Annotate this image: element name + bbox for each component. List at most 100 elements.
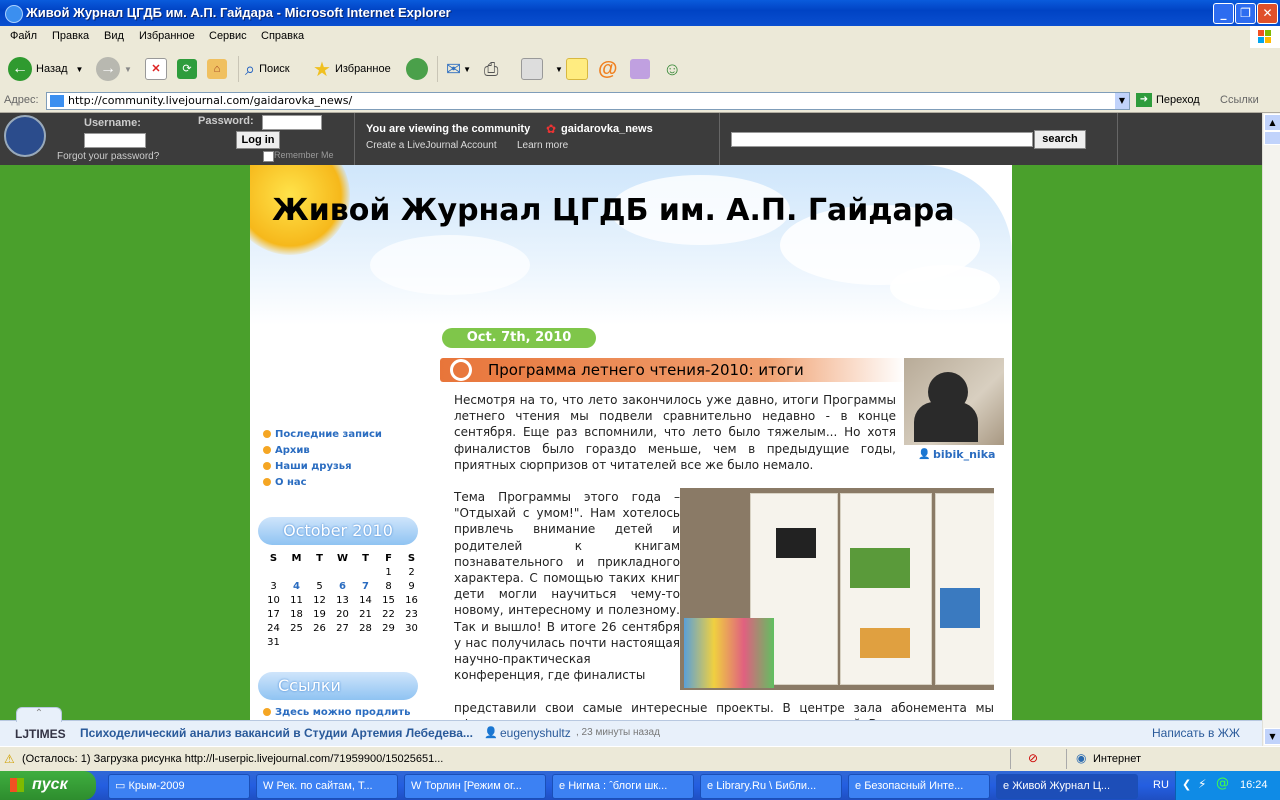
lj-search-button[interactable]: search [1034,130,1086,149]
status-bar: ⚠ (Осталось: 1) Загрузка рисунка http://… [0,746,1280,772]
favorites-button[interactable]: ★ Избранное [313,54,391,84]
links-button[interactable]: Ссылки [1220,94,1259,106]
close-button[interactable]: ✕ [1257,3,1278,24]
learn-more-link[interactable]: Learn more [517,140,568,151]
task-library[interactable]: e Library.Ru \ Библи... [700,774,842,799]
calendar-day: 17 [267,608,280,620]
sidebar-link-renew[interactable]: Здесь можно продлить [263,707,410,718]
userpic [904,358,1004,445]
lj-search-input[interactable] [731,132,1033,147]
calendar-day: 2 [408,566,415,578]
community-link[interactable]: gaidarovka_news [561,123,653,135]
calendar-day: 20 [336,608,349,620]
login-button[interactable]: Log in [236,131,280,149]
history-button[interactable] [406,54,428,84]
nav-about[interactable]: О нас [263,477,382,488]
maximize-button[interactable]: ❐ [1235,3,1256,24]
calendar-day: 5 [316,580,323,592]
task-safe-internet[interactable]: e Безопасный Инте... [848,774,990,799]
calendar-day [331,635,354,649]
scroll-thumb[interactable] [1264,131,1280,145]
home-button[interactable]: ⌂ [207,54,227,84]
go-button[interactable]: ➜ Переход [1136,93,1200,107]
forgot-password-link[interactable]: Forgot your password? [57,151,159,162]
title-bar: Живой Журнал ЦГДБ им. А.П. Гайдара - Mic… [0,0,1280,26]
task-nigma[interactable]: e Нигма : ˆблоги шк... [552,774,694,799]
weekday-header: T [316,552,323,564]
calendar-day: 23 [405,608,418,620]
word-icon: W [411,780,422,792]
task-crimea[interactable]: ▭ Крым-2009 [108,774,250,799]
edit-icon [521,58,543,80]
popup-blocked-icon[interactable]: ⊘ [1028,751,1038,765]
write-in-lj-link[interactable]: Написать в ЖЖ [1152,726,1240,740]
ljtimes-user[interactable]: eugenyshultz [500,726,571,740]
address-dropdown[interactable]: ▼ [1115,93,1129,109]
scroll-down-button[interactable]: ▼ [1264,728,1280,745]
menu-help[interactable]: Справка [261,30,304,42]
weekday-header: W [336,552,349,564]
mail-button[interactable]: ✉ ▼ [446,54,471,84]
menu-tools[interactable]: Сервис [209,30,247,42]
refresh-button[interactable]: ⟳ [177,54,197,84]
calendar-day: 11 [290,594,303,606]
ljtimes-toggle[interactable]: ⌃ [16,707,62,722]
messenger-icon: ☺ [663,58,682,79]
menu-file[interactable]: Файл [10,30,37,42]
search-button[interactable]: ⌕ Поиск [245,54,290,84]
calendar-day: 3 [270,580,277,592]
start-button[interactable]: пуск [0,771,96,800]
create-account-link[interactable]: Create a LiveJournal Account [366,140,497,151]
calendar-day-link[interactable]: 7 [354,579,377,593]
spiral-icon [450,359,472,381]
tray-arrow-icon[interactable]: ❮ [1182,778,1191,791]
back-button[interactable]: ← Назад ▼ [8,54,83,84]
calendar-day-link[interactable]: 4 [285,579,308,593]
nav-friends[interactable]: Наши друзья [263,461,382,472]
weekday-header: F [385,552,392,564]
menu-view[interactable]: Вид [104,30,124,42]
menu-edit[interactable]: Правка [52,30,89,42]
printer-icon: ⎙ [484,58,499,79]
minimize-button[interactable]: _ [1213,3,1234,24]
task-rek[interactable]: W Рек. по сайтам, Т... [256,774,398,799]
task-livejournal[interactable]: e Живой Журнал Ц... [996,774,1138,799]
ljtimes-headline[interactable]: Психоделический анализ вакансий в Студии… [80,726,473,740]
note-icon [566,58,588,80]
scroll-up-button[interactable]: ▲ [1264,114,1280,131]
calendar-day: 15 [382,594,395,606]
password-input[interactable] [262,115,322,130]
post-title[interactable]: Программа летнего чтения-2010: итоги [488,361,804,379]
calendar-day-link[interactable]: 6 [331,579,354,593]
calendar-day [400,635,423,649]
notes-button[interactable] [566,54,588,84]
status-text: (Осталось: 1) Загрузка рисунка http://l-… [22,753,444,765]
stop-button[interactable]: ✕ [145,54,167,84]
menu-favorites[interactable]: Избранное [139,30,195,42]
nav-archive[interactable]: Архив [263,445,382,456]
user-icon: 👤 [918,449,931,460]
calendar-day [308,565,331,579]
calendar-day: 31 [267,636,280,648]
calendar-day: 29 [382,622,395,634]
nav-recent-entries[interactable]: Последние записи [263,429,382,440]
mailru-button[interactable]: @ [598,54,618,84]
address-input[interactable]: http://community.livejournal.com/gaidaro… [46,92,1130,110]
sidebar-nav: Последние записи Архив Наши друзья О нас [263,429,382,493]
remember-me-checkbox[interactable] [263,151,274,162]
edit-button[interactable]: ▼ [521,54,563,84]
forward-button[interactable]: → ▼ [96,54,132,84]
language-indicator[interactable]: RU [1153,779,1169,791]
calendar-day: 9 [408,580,415,592]
author-link[interactable]: bibik_nika [933,448,995,461]
username-input[interactable] [84,133,146,148]
task-torlin[interactable]: W Торлин [Режим ог... [404,774,546,799]
messenger-button[interactable]: ☺ [663,54,681,84]
post-para-2: Тема Программы этого года – "Отдыхай с у… [454,490,680,683]
mail-agent-icon[interactable]: @ [1216,776,1229,791]
vertical-scrollbar[interactable]: ▲ ▼ [1262,113,1280,746]
network-icon[interactable]: ⚡ [1198,777,1206,791]
research-button[interactable] [630,54,650,84]
links-title: Ссылки [258,672,418,700]
print-button[interactable]: ⎙ [484,54,498,84]
